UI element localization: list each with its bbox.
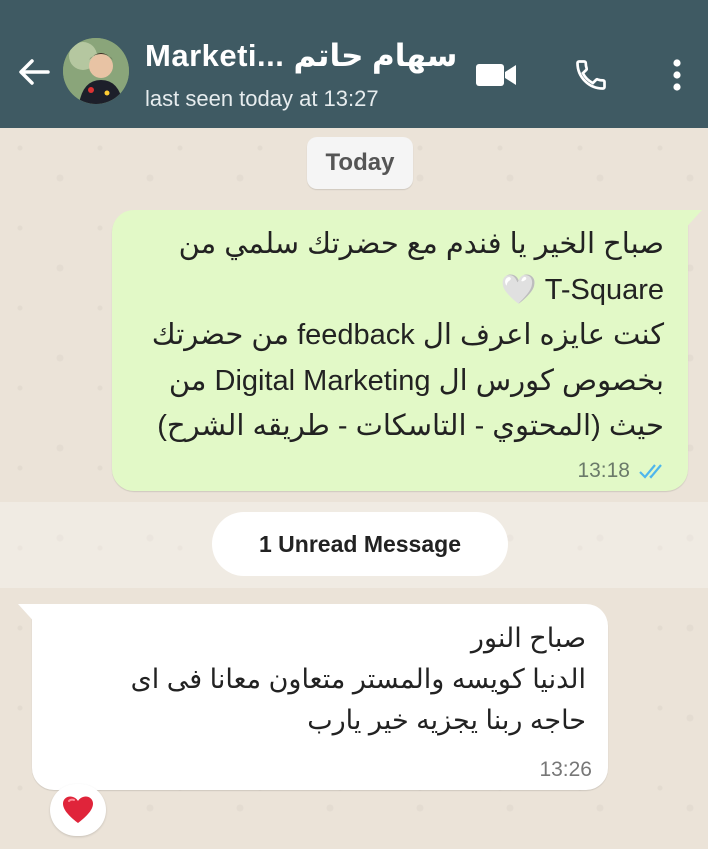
message-reaction[interactable] <box>50 784 106 836</box>
message-line: الدنيا كويسه والمستر متعاون معانا فى اى <box>130 664 586 694</box>
message-line: كنت عايزه اعرف ال feedback من حضرتك <box>151 319 664 351</box>
contact-avatar[interactable] <box>63 38 129 104</box>
heart-icon <box>63 796 93 823</box>
bubble-tail <box>682 210 702 232</box>
more-vert-icon <box>673 59 681 91</box>
contact-name[interactable]: Marketi... سهام حاتم <box>145 38 457 74</box>
chat-header: Marketi... سهام حاتم last seen today at … <box>0 0 708 128</box>
bubble-tail <box>18 604 38 626</box>
message-text: صباح النور الدنيا كويسه والمستر متعاون م… <box>46 618 586 741</box>
unread-messages-label: 1 Unread Message <box>212 512 508 576</box>
message-line: حيث (المحتوي - التاسكات - طريقه الشرح) <box>157 410 664 442</box>
last-seen-status: last seen today at 13:27 <box>145 86 379 111</box>
message-line: صباح الخير يا فندم مع حضرتك سلمي من <box>178 228 664 260</box>
back-button[interactable] <box>14 52 54 92</box>
message-line: بخصوص كورس ال Digital Marketing من <box>168 364 664 397</box>
incoming-message[interactable]: صباح النور الدنيا كويسه والمستر متعاون م… <box>18 604 608 790</box>
message-time: 13:26 <box>539 758 592 781</box>
video-call-button[interactable] <box>473 52 519 98</box>
read-receipt-icon <box>639 464 662 479</box>
message-time: 13:18 <box>577 459 630 482</box>
more-options-button[interactable] <box>654 52 700 98</box>
video-call-icon <box>476 64 516 86</box>
voice-call-button[interactable] <box>568 52 614 98</box>
message-line: حاجه ربنا يجزيه خير يارب <box>307 705 586 735</box>
message-line: T-Square 🤍 <box>500 273 664 306</box>
date-separator: Today <box>307 137 413 189</box>
back-arrow-icon <box>19 59 50 85</box>
message-line: صباح النور <box>470 623 586 653</box>
outgoing-message[interactable]: صباح الخير يا فندم مع حضرتك سلمي من T-Sq… <box>112 210 702 491</box>
phone-icon <box>576 60 606 90</box>
message-text: صباح الخير يا فندم مع حضرتك سلمي من T-Sq… <box>124 222 664 450</box>
avatar-image <box>63 38 129 104</box>
